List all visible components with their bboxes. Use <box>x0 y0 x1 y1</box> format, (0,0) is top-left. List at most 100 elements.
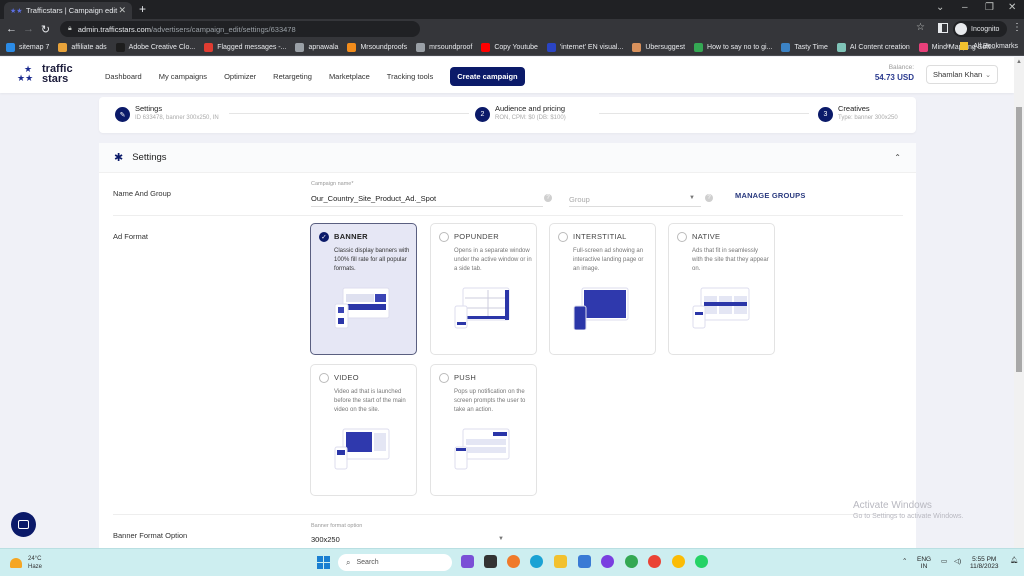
step-creatives[interactable]: 3 Creatives Type: banner 300x250 <box>818 104 898 122</box>
edge-icon[interactable] <box>530 555 543 568</box>
ad-format-card-video[interactable]: VIDEO Video ad that is launched before th… <box>310 364 417 496</box>
ad-format-card-interstitial[interactable]: INTERSTITIAL Full-screen ad showing an in… <box>549 223 656 355</box>
group-select[interactable]: Group <box>569 195 590 204</box>
help-icon[interactable]: ? <box>705 194 713 202</box>
chrome-profile-1-icon[interactable] <box>625 555 638 568</box>
window-close-icon[interactable]: ✕ <box>1008 2 1016 13</box>
bookmark-item[interactable]: How to say no to gi... <box>694 42 772 52</box>
nav-my-campaigns[interactable]: My campaigns <box>159 72 207 81</box>
check-circle-icon[interactable]: ✓ <box>319 232 329 242</box>
minimize-icon[interactable]: – <box>962 2 968 13</box>
nav-marketplace[interactable]: Marketplace <box>329 72 370 81</box>
firefox-icon[interactable] <box>507 555 520 568</box>
step-settings[interactable]: ✎ Settings ID 633478, banner 300x250, IN <box>115 104 219 122</box>
step-subtitle: RON, CPM: $0 (DB: $100) <box>495 115 566 121</box>
copilot-icon[interactable] <box>461 555 474 568</box>
bookmark-item[interactable]: Flagged messages -... <box>204 42 286 52</box>
manage-groups-link[interactable]: MANAGE GROUPS <box>735 191 806 200</box>
bookmark-item[interactable]: Mrsoundproofs <box>347 42 407 52</box>
logo-stars-icon: ★ ★★ <box>17 64 34 83</box>
back-icon[interactable]: ← <box>3 23 20 35</box>
radio-button[interactable] <box>439 232 449 242</box>
all-bookmarks-button[interactable]: All Bookmarks <box>973 43 1018 50</box>
bookmark-favicon-icon <box>836 42 846 52</box>
new-tab-icon[interactable]: + <box>139 2 146 16</box>
incognito-icon <box>955 23 967 35</box>
bookmark-item[interactable]: sitemap 7 <box>6 42 49 52</box>
whatsapp-icon[interactable] <box>695 555 708 568</box>
bookmark-item[interactable]: Tasty Time <box>781 42 828 52</box>
url-input[interactable]: 🔒︎ admin.trafficstars.com /advertisers/c… <box>60 21 420 37</box>
help-icon[interactable]: ? <box>544 194 552 202</box>
network-icon[interactable]: ▭ <box>941 558 947 565</box>
folder-icon <box>960 42 969 50</box>
weather-widget[interactable]: 24°C Haze <box>10 555 42 571</box>
bookmark-item[interactable]: 'internet' EN visual... <box>546 42 623 52</box>
forward-icon[interactable]: → <box>20 23 37 35</box>
chat-icon <box>18 520 29 529</box>
bookmark-star-icon[interactable]: ☆ <box>916 22 925 33</box>
language-indicator[interactable]: ENG IN <box>917 556 931 570</box>
bookmark-label: Copy Youtube <box>494 43 538 51</box>
file-explorer-icon[interactable] <box>554 555 567 568</box>
ad-format-card-native[interactable]: NATIVE Ads that fit in seamlessly with th… <box>668 223 775 355</box>
more-bookmarks-icon[interactable]: » <box>946 43 950 50</box>
user-menu-dropdown[interactable]: Shamlan Khan ⌄ <box>926 65 998 84</box>
browser-menu-icon[interactable]: ⋮ <box>1012 22 1022 33</box>
create-campaign-button[interactable]: Create campaign <box>450 67 525 86</box>
start-button[interactable] <box>317 556 330 569</box>
radio-button[interactable] <box>439 373 449 383</box>
tab-search-icon[interactable]: ⌄ <box>936 2 944 13</box>
task-view-icon[interactable] <box>484 555 497 568</box>
chrome-profile-2-icon[interactable] <box>648 555 661 568</box>
group-dropdown-icon[interactable]: ▼ <box>689 195 695 201</box>
bookmark-favicon-icon <box>781 42 791 52</box>
campaign-name-input[interactable]: Our_Country_Site_Product_Ad._Spot <box>311 194 543 206</box>
clock[interactable]: 5:55 PM 11/8/2023 <box>970 556 998 570</box>
taskbar-search[interactable]: ⌕ Search <box>338 554 452 571</box>
nav-retargeting[interactable]: Retargeting <box>273 72 312 81</box>
radio-button[interactable] <box>558 232 568 242</box>
radio-button[interactable] <box>677 232 687 242</box>
bookmark-item[interactable]: apnawala <box>295 42 338 52</box>
todo-icon[interactable] <box>578 555 591 568</box>
notifications-icon[interactable]: 🔔︎ <box>1010 557 1018 564</box>
nav-dashboard[interactable]: Dashboard <box>105 72 142 81</box>
banner-format-dropdown-icon[interactable]: ▼ <box>498 536 504 542</box>
reload-icon[interactable]: ↻ <box>37 23 54 36</box>
url-host: admin.trafficstars.com <box>77 24 151 34</box>
scrollbar-thumb[interactable] <box>1016 107 1022 372</box>
chrome-profile-3-icon[interactable] <box>672 555 685 568</box>
banner-format-select[interactable]: 300x250 <box>311 535 506 544</box>
scroll-up-icon[interactable]: ▲ <box>1016 59 1022 65</box>
bookmark-item[interactable]: AI Content creation <box>836 42 910 52</box>
bookmark-item[interactable]: mrsoundproof <box>416 42 472 52</box>
nav-tracking-tools[interactable]: Tracking tools <box>387 72 433 81</box>
tray-overflow-icon[interactable]: ⌃ <box>902 558 907 565</box>
page-scrollbar[interactable]: ▲ <box>1014 57 1024 548</box>
collapse-chevron-icon[interactable]: ⌃ <box>894 153 901 162</box>
ad-format-card-banner[interactable]: ✓ BANNER Classic display banners with 100%… <box>310 223 417 355</box>
trafficstars-logo[interactable]: ★ ★★ traffic stars <box>17 64 73 85</box>
side-panel-icon[interactable] <box>938 23 948 33</box>
user-name: Shamlan Khan <box>933 70 983 79</box>
bookmark-item[interactable]: Adobe Creative Clo... <box>115 42 195 52</box>
volume-icon[interactable]: ◁) <box>954 558 961 565</box>
bookmark-item[interactable]: affiliate ads <box>58 42 107 52</box>
radio-button[interactable] <box>319 373 329 383</box>
restore-icon[interactable]: ❐ <box>985 2 994 13</box>
support-chat-button[interactable] <box>11 512 36 537</box>
brave-icon[interactable] <box>601 555 614 568</box>
step-audience-pricing[interactable]: 2 Audience and pricing RON, CPM: $0 (DB:… <box>475 104 566 122</box>
ad-format-description: Classic display banners with 100% fill r… <box>334 248 410 272</box>
search-placeholder: Search <box>356 559 379 566</box>
browser-tab-active[interactable]: ★★ Trafficstars | Campaign edit ✕ <box>4 2 132 19</box>
ad-format-card-popunder[interactable]: POPUNDER Opens in a separate window under… <box>430 223 537 355</box>
bookmark-item[interactable]: Copy Youtube <box>481 42 538 52</box>
bookmark-item[interactable]: Ubersuggest <box>632 42 685 52</box>
close-tab-icon[interactable]: ✕ <box>118 5 126 16</box>
incognito-profile-button[interactable]: Incognito <box>953 21 1008 37</box>
nav-optimizer[interactable]: Optimizer <box>224 72 256 81</box>
ad-format-card-push[interactable]: PUSH Pops up notification on the screen p… <box>430 364 537 496</box>
settings-header[interactable]: ✱ Settings ⌃ <box>99 143 916 173</box>
